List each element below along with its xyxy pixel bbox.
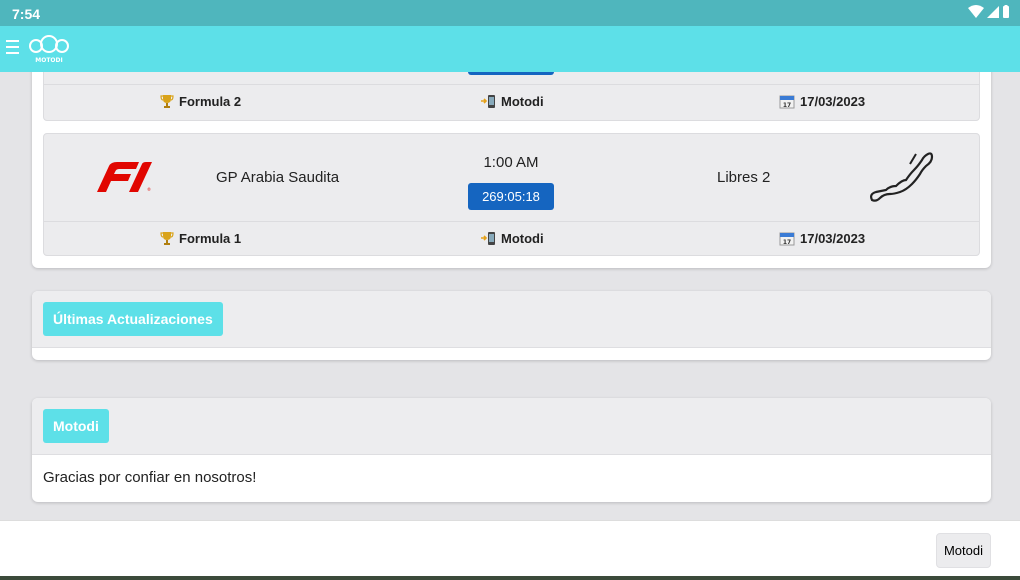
race-main-row: ® GP Arabia Saudita 1:00 AM 269:05:18 Li… [44,134,979,220]
calendar-icon: 17 [779,232,795,246]
session-name: Libres 2 [717,169,771,186]
race-category: Formula 1 [160,231,241,246]
trophy-icon [160,95,174,108]
motodi-message: Gracias por confiar en nosotros! [43,469,257,486]
race-source: Motodi [480,94,544,109]
system-icons [968,5,1010,19]
trophy-icon [160,232,174,245]
updates-header: Últimas Actualizaciones [32,291,991,348]
logo-text: MOTODI [35,57,62,64]
f1-logo: ® [97,162,152,192]
underlying-window-strip [0,576,1020,580]
countdown-badge [468,72,554,75]
race-date: 17 17/03/2023 [779,231,865,246]
race-item[interactable]: Formula 2 Motodi 17 17/03/2023 [43,72,980,121]
race-item[interactable]: ® GP Arabia Saudita 1:00 AM 269:05:18 Li… [43,133,980,256]
updates-card: Últimas Actualizaciones [32,291,991,360]
race-date: 17 17/03/2023 [779,94,865,109]
race-category: Formula 2 [160,94,241,109]
motodi-title: Motodi [43,409,109,443]
wifi-icon [968,5,984,18]
phone-icon [481,95,495,108]
countdown-badge: 269:05:18 [468,183,554,210]
svg-text:®: ® [147,187,151,192]
status-time: 7:54 [12,6,41,22]
status-bar: 7:54 [0,0,1020,26]
menu-button[interactable] [6,40,19,56]
calendar-icon: 17 [779,95,795,109]
motodi-logo: MOTODI [29,35,69,64]
battery-icon [1003,5,1009,18]
time-column: 1:00 AM 269:05:18 [468,154,554,210]
svg-text:17: 17 [783,102,791,109]
motodi-card: Motodi Gracias por confiar en nosotros! [32,398,991,502]
track-map-icon [870,152,934,202]
svg-text:17: 17 [783,239,791,246]
motodi-footer-button[interactable]: Motodi [935,533,991,568]
races-card: Formula 2 Motodi 17 17/03/2023 ® GP Arab… [32,72,991,268]
updates-title: Últimas Actualizaciones [43,302,223,336]
race-meta-row: Formula 2 Motodi 17 17/03/2023 [44,84,979,120]
signal-icon [987,6,999,18]
race-time: 1:00 AM [483,154,539,171]
phone-icon [481,232,495,245]
footer-bar: Motodi [0,520,1020,576]
app-bar: MOTODI [0,26,1020,72]
race-meta-row: Formula 1 Motodi 17 17/03/2023 [44,221,979,255]
race-source: Motodi [480,231,544,246]
event-name: GP Arabia Saudita [216,169,340,186]
main-content: Formula 2 Motodi 17 17/03/2023 ® GP Arab… [0,72,1020,520]
hamburger-icon [6,40,19,42]
motodi-header: Motodi [32,398,991,455]
